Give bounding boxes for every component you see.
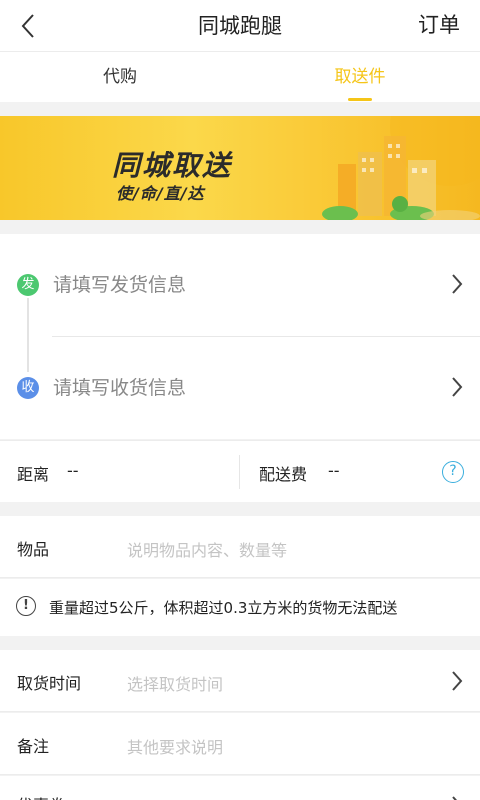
help-icon[interactable]: ? — [442, 461, 464, 483]
page-title: 同城跑腿 — [198, 14, 282, 38]
coupon-row[interactable]: 优惠券 — [0, 776, 480, 800]
remark-input[interactable]: 其他要求说明 — [127, 734, 223, 758]
chevron-right-icon — [452, 671, 463, 691]
tab-purchase[interactable]: 代购 — [0, 52, 240, 102]
top-nav-bar: 同城跑腿 订单 — [0, 0, 480, 52]
info-icon: ! — [16, 596, 36, 616]
distance-value: -- — [67, 461, 79, 480]
send-badge: 发 — [17, 274, 39, 296]
goods-label: 物品 — [17, 540, 50, 559]
notice-text: 重量超过5公斤，体积超过0.3立方米的货物无法配送 — [49, 599, 398, 617]
tab-bar: 代购 取送件 — [0, 52, 480, 102]
remark-field-row[interactable]: 备注 其他要求说明 — [0, 713, 480, 775]
sender-info-placeholder: 请填写发货信息 — [53, 274, 187, 296]
delivery-fee-label: 配送费 — [259, 465, 308, 484]
receive-badge: 收 — [17, 377, 39, 399]
chevron-right-icon — [452, 796, 458, 800]
chevron-right-icon — [452, 274, 463, 294]
active-tab-indicator — [348, 98, 372, 101]
coupon-label: 优惠券 — [17, 792, 65, 800]
weight-notice: ! 重量超过5公斤，体积超过0.3立方米的货物无法配送 — [0, 579, 480, 636]
pickup-time-row[interactable]: 取货时间 选择取货时间 — [0, 650, 480, 712]
chevron-right-icon — [452, 377, 463, 397]
receiver-info-row[interactable]: 收 请填写收货信息 — [0, 337, 480, 437]
pickup-time-label: 取货时间 — [17, 674, 82, 693]
delivery-fee-value: -- — [328, 461, 340, 480]
tab-pickup-delivery[interactable]: 取送件 — [240, 52, 480, 102]
distance-label: 距离 — [17, 465, 50, 484]
city-buildings-illustration — [322, 116, 480, 220]
goods-input[interactable]: 说明物品内容、数量等 — [127, 537, 287, 561]
banner-subtitle: 使/命/直/达 — [116, 184, 205, 203]
promo-banner[interactable]: 同城取送 使/命/直/达 — [0, 116, 480, 220]
receiver-info-placeholder: 请填写收货信息 — [53, 377, 187, 399]
fee-summary-row: 距离 -- 配送费 -- ? — [0, 440, 480, 502]
sender-info-row[interactable]: 发 请填写发货信息 — [0, 234, 480, 334]
goods-field-row[interactable]: 物品 说明物品内容、数量等 — [0, 516, 480, 578]
pickup-time-select[interactable]: 选择取货时间 — [127, 671, 223, 695]
banner-title: 同城取送 — [112, 149, 233, 182]
remark-label: 备注 — [17, 737, 50, 756]
address-card: 发 请填写发货信息 收 请填写收货信息 — [0, 234, 480, 439]
divider — [239, 455, 240, 489]
orders-button[interactable]: 订单 — [418, 0, 460, 52]
